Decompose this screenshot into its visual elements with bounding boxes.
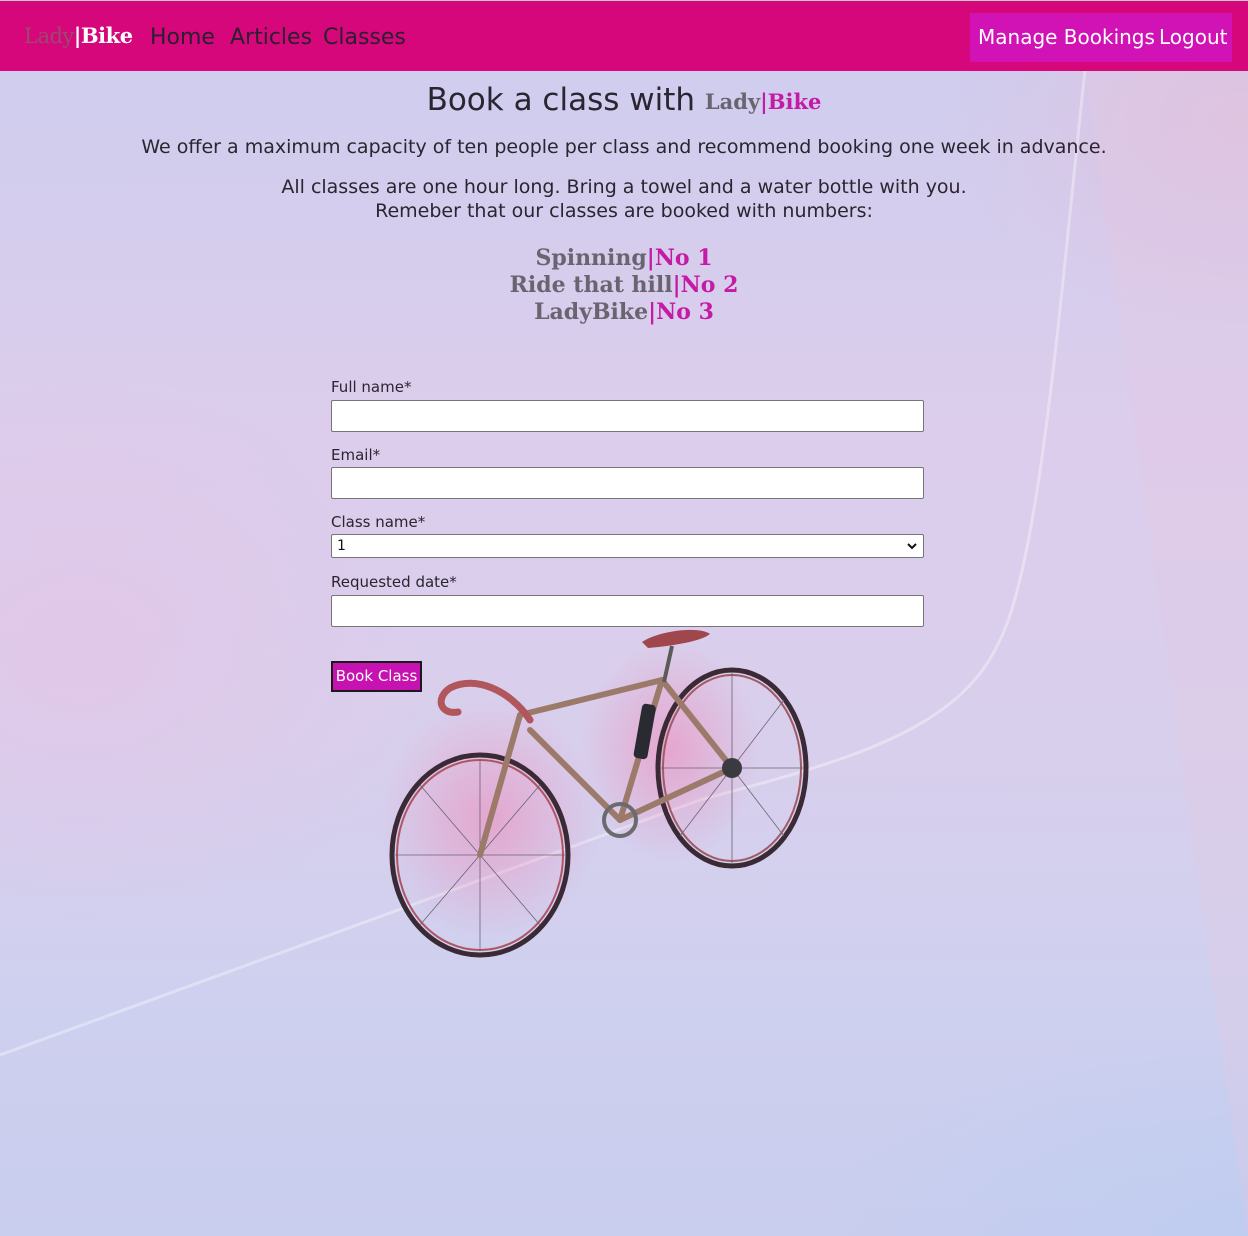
class-item-separator: |: [648, 299, 657, 325]
manage-bookings-link[interactable]: Manage Bookings: [978, 25, 1155, 49]
account-nav: Manage Bookings Logout: [970, 13, 1232, 62]
chevron-down-icon: [907, 543, 917, 550]
title-brand-part2: Bike: [767, 89, 822, 114]
nav-link-classes[interactable]: Classes: [323, 25, 406, 50]
class-name-select[interactable]: 1: [331, 534, 924, 558]
class-list: Spinning|No 1 Ride that hill|No 2 LadyBi…: [0, 245, 1248, 326]
email-input[interactable]: [331, 467, 924, 499]
book-class-button[interactable]: Book Class: [331, 661, 422, 692]
page-title-text: Book a class with: [426, 82, 696, 118]
class-item: Spinning|No 1: [0, 245, 1248, 272]
class-item: Ride that hill|No 2: [0, 272, 1248, 299]
class-item-number: No 2: [680, 272, 739, 298]
full-name-label: Full name*: [331, 378, 412, 396]
page-title: Book a class with Lady|Bike: [0, 82, 1248, 118]
class-item-name: Spinning: [535, 245, 647, 271]
class-item-name: Ride that hill: [509, 272, 673, 298]
class-name-selected-value: 1: [337, 538, 346, 554]
road-bicycle-image: [380, 629, 809, 958]
capacity-text: We offer a maximum capacity of ten peopl…: [141, 136, 1107, 158]
brand-logo[interactable]: Lady|Bike: [24, 23, 133, 48]
navbar: Lady|Bike Home Articles Classes Manage B…: [0, 0, 1248, 71]
class-item-separator: |: [646, 245, 655, 271]
title-brand-separator: |: [760, 89, 768, 114]
brand-part1: Lady: [24, 24, 74, 48]
class-name-label: Class name*: [331, 513, 426, 531]
class-item-separator: |: [672, 272, 681, 298]
brand-part2: Bike: [80, 23, 133, 48]
class-item-number: No 3: [656, 299, 714, 325]
nav-link-home[interactable]: Home: [150, 25, 215, 50]
duration-text: All classes are one hour long. Bring a t…: [281, 176, 967, 198]
class-item: LadyBike|No 3: [0, 299, 1248, 326]
class-item-name: LadyBike: [534, 299, 649, 325]
title-brand: Lady|Bike: [705, 89, 822, 114]
requested-date-input[interactable]: [331, 595, 924, 627]
requested-date-label: Requested date*: [331, 573, 457, 591]
title-brand-part1: Lady: [704, 89, 761, 114]
class-item-number: No 1: [654, 245, 713, 271]
logout-link[interactable]: Logout: [1159, 25, 1227, 49]
numbers-text: Remeber that our classes are booked with…: [375, 200, 873, 222]
email-label: Email*: [331, 446, 381, 464]
brand-separator: |: [73, 23, 82, 48]
nav-link-articles[interactable]: Articles: [230, 25, 312, 50]
full-name-input[interactable]: [331, 400, 924, 432]
